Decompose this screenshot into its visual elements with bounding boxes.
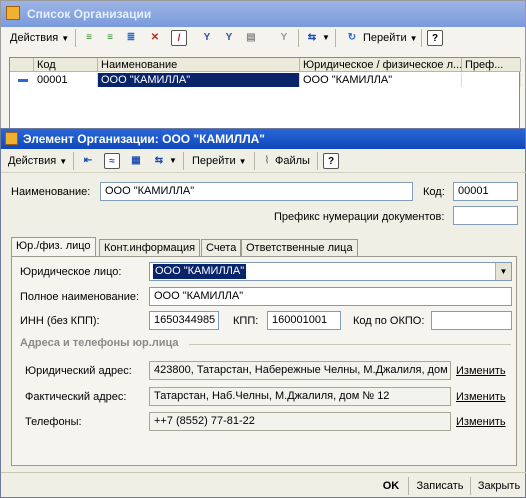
actual-address-field: Татарстан, Наб.Челны, М.Джалиля, дом № 1… [149, 387, 451, 406]
kpp-label: КПП: [233, 315, 259, 327]
phones-field: ++7 (8552) 77-81-22 [149, 412, 451, 431]
tab-legal-person[interactable]: Юр./физ. лицо [11, 237, 96, 257]
list-grid[interactable]: Код Наименование Юридическое / физическо… [9, 57, 521, 129]
files-label: Файлы [275, 155, 310, 167]
footer-divider [1, 472, 526, 473]
okpo-field[interactable] [431, 311, 512, 330]
goto-menu-label: Перейти [363, 32, 407, 44]
full-name-field[interactable]: ООО "КАМИЛЛА" [149, 287, 512, 306]
list-window-titlebar[interactable]: Список Организации [1, 1, 525, 27]
prefix-label: Префикс нумерации документов: [274, 211, 445, 223]
row-legal-cell[interactable]: ООО "КАМИЛЛА" [300, 73, 462, 87]
section-divider [189, 344, 511, 345]
name-field[interactable]: ООО "КАМИЛЛА" [100, 182, 413, 201]
edit-icon[interactable]: / [171, 30, 187, 46]
copy-icon[interactable]: ≣ [123, 30, 139, 46]
name-label: Наименование: [11, 186, 91, 198]
tab-responsible-persons[interactable]: Ответственные лица [241, 239, 358, 257]
full-name-label: Полное наименование: [20, 291, 140, 303]
actions-menu-button[interactable]: Действия ▼ [7, 29, 72, 47]
row-prefix-cell[interactable] [462, 73, 521, 87]
addresses-section-title: Адреса и телефоны юр.лица [20, 337, 179, 349]
move-icon[interactable]: ⇆ [151, 153, 167, 169]
tab-accounts[interactable]: Счета [201, 239, 242, 257]
kpp-field[interactable]: 160001001 [267, 311, 341, 330]
chevron-down-icon: ▼ [238, 156, 247, 166]
close-button[interactable]: Закрыть [474, 477, 524, 495]
code-label: Код: [423, 186, 445, 198]
element-goto-menu-label: Перейти [192, 155, 236, 167]
mark-delete-icon[interactable]: ✕ [147, 30, 163, 46]
filter-off-icon[interactable]: Y [276, 30, 292, 46]
help-button[interactable]: ? [323, 153, 339, 169]
list-toolbar: Действия ▼ ≡ ≡ ≣ ✕ / Y Y ▤ Y ⇆ ▼ ↻ Перей… [1, 27, 526, 49]
row-item-icon [18, 79, 28, 82]
go-back-icon[interactable]: ⇤ [80, 153, 96, 169]
legal-entity-select[interactable]: ООО "КАМИЛЛА" ▼ [149, 262, 512, 281]
chevron-down-icon[interactable]: ▼ [169, 156, 177, 165]
column-header-prefix[interactable]: Преф... [462, 58, 521, 72]
add-icon[interactable]: ≡ [81, 30, 97, 46]
files-button[interactable]: ⌇ Файлы [259, 152, 313, 170]
actual-address-label: Фактический адрес: [25, 391, 127, 403]
paperclip-icon: ⌇ [264, 155, 270, 166]
code-field[interactable]: 00001 [453, 182, 518, 201]
change-legal-address-link[interactable]: Изменить [456, 365, 506, 377]
actions-menu-label: Действия [10, 32, 59, 44]
column-header-code[interactable]: Код [34, 58, 98, 72]
element-toolbar: Действия ▼ ⇤ ≈ ▦ ⇆ ▼ Перейти ▼ ⌇ Файлы ? [1, 149, 526, 173]
change-actual-address-link[interactable]: Изменить [456, 391, 506, 403]
list-window-title: Список Организации [27, 7, 152, 21]
goto-icon: ↻ [347, 32, 357, 43]
column-header-icon[interactable] [10, 58, 34, 72]
row-code-cell[interactable]: 00001 [34, 73, 98, 87]
print-icon[interactable]: ≈ [104, 153, 120, 169]
structure-icon[interactable]: ▦ [128, 153, 144, 169]
tab-contact-info[interactable]: Конт.информация [99, 239, 201, 257]
element-actions-menu-label: Действия [8, 155, 57, 167]
table-row[interactable]: 00001 ООО "КАМИЛЛА" ООО "КАМИЛЛА" [10, 73, 521, 88]
filter-set-icon[interactable]: Y [221, 30, 237, 46]
element-window-titlebar[interactable]: Элемент Организации: ООО "КАМИЛЛА" [1, 129, 525, 149]
element-window-icon [5, 132, 18, 145]
element-actions-menu-button[interactable]: Действия ▼ [5, 152, 70, 170]
column-header-name[interactable]: Наименование [98, 58, 300, 72]
element-goto-menu-button[interactable]: Перейти ▼ [189, 152, 250, 170]
add-group-icon[interactable]: ≡ [102, 30, 118, 46]
inn-label: ИНН (без КПП): [20, 315, 100, 327]
phones-label: Телефоны: [25, 416, 82, 428]
filter-history-icon[interactable]: ▤ [243, 30, 259, 46]
legal-address-label: Юридический адрес: [25, 365, 132, 377]
legal-address-field: 423800, Татарстан, Набережные Челны, М.Д… [149, 361, 451, 380]
chevron-down-icon: ▼ [61, 33, 70, 43]
element-window: Элемент Организации: ООО "КАМИЛЛА" Дейст… [0, 128, 526, 498]
ok-button[interactable]: OK [376, 477, 406, 495]
legal-entity-label: Юридическое лицо: [20, 266, 122, 278]
goto-menu-button[interactable]: ↻ Перейти ▼ [341, 29, 421, 47]
legal-entity-value: ООО "КАМИЛЛА" [153, 264, 247, 279]
prefix-field[interactable] [453, 206, 518, 225]
chevron-down-icon: ▼ [59, 156, 68, 166]
okpo-label: Код по ОКПО: [353, 315, 425, 327]
chevron-down-icon: ▼ [409, 33, 418, 43]
inn-field[interactable]: 1650344985 [149, 311, 219, 330]
element-window-title: Элемент Организации: ООО "КАМИЛЛА" [23, 132, 265, 146]
chevron-down-icon[interactable]: ▼ [322, 33, 330, 42]
column-header-legal[interactable]: Юридическое / физическое л... [300, 58, 462, 72]
row-name-cell[interactable]: ООО "КАМИЛЛА" [98, 73, 300, 87]
chevron-down-icon[interactable]: ▼ [495, 263, 511, 280]
list-window: Список Организации Действия ▼ ≡ ≡ ≣ ✕ / … [0, 0, 526, 130]
save-button[interactable]: Записать [412, 477, 468, 495]
change-phones-link[interactable]: Изменить [456, 416, 506, 428]
help-button[interactable]: ? [427, 30, 443, 46]
list-window-icon [6, 6, 20, 20]
move-icon[interactable]: ⇆ [304, 30, 320, 46]
filter-icon[interactable]: Y [199, 30, 215, 46]
